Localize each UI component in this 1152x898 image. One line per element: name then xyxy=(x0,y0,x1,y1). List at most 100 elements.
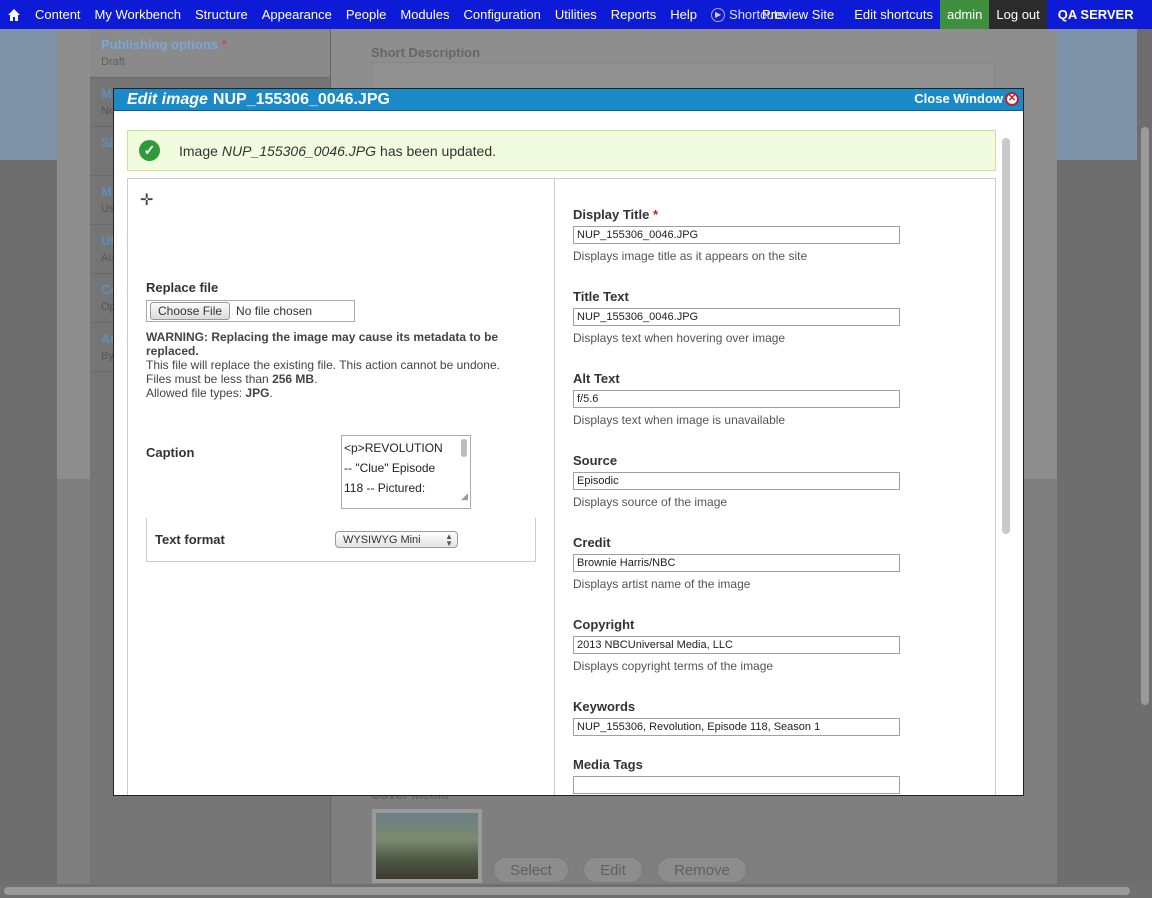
close-icon[interactable]: ✕ xyxy=(1005,91,1019,106)
text-format-select[interactable]: WYSIWYG Mini ▲ ▼ xyxy=(335,531,458,548)
select-arrows-icon: ▲ ▼ xyxy=(445,532,453,548)
credit-input[interactable]: Brownie Harris/NBC xyxy=(573,554,900,572)
display-title-label-text: Display Title xyxy=(573,207,650,222)
shortcuts-label: Shortcuts xyxy=(729,7,784,22)
file-input[interactable]: Choose File No file chosen xyxy=(146,300,355,322)
shortcuts-icon: ▶ xyxy=(711,7,726,22)
caption-line: <p>REVOLUTION xyxy=(344,441,443,455)
caption-label: Caption xyxy=(146,445,195,460)
toolbar-item-help[interactable]: Help xyxy=(663,0,704,29)
toolbar-item-people[interactable]: People xyxy=(339,0,393,29)
alt-text-label: Alt Text xyxy=(573,371,903,386)
copyright-label: Copyright xyxy=(573,617,903,632)
metadata-column: Display Title * NUP_155306_0046.JPG Displa… xyxy=(556,179,997,795)
allowed-types: Allowed file types: JPG. xyxy=(146,386,273,400)
dialog-title-prefix: Edit image xyxy=(127,90,208,108)
dialog-body: ✓ Image NUP_155306_0046.JPG has been upd… xyxy=(114,112,1012,795)
resize-handle-icon[interactable]: ◢ xyxy=(461,486,468,506)
page-vertical-scroll-thumb[interactable] xyxy=(1141,127,1149,705)
text-format-wrapper: Text format WYSIWYG Mini ▲ ▼ xyxy=(146,518,536,562)
file-status: No file chosen xyxy=(236,304,313,318)
media-tags-label-text: Media Tags xyxy=(573,757,643,772)
message-suffix: has been updated. xyxy=(380,142,497,159)
toolbar-item-content[interactable]: Content xyxy=(28,0,88,29)
caption-scroll-thumb[interactable] xyxy=(461,439,467,457)
keywords-input[interactable]: NUP_155306, Revolution, Episode 118, Sea… xyxy=(573,718,900,736)
size-limit-text: Files must be less than xyxy=(146,372,269,386)
toolbar-item-configuration[interactable]: Configuration xyxy=(457,0,548,29)
toolbar-item-structure[interactable]: Structure xyxy=(188,0,255,29)
shortcuts-toggle[interactable]: ▶ Shortcuts Preview Site xyxy=(704,0,841,29)
file-column: ✛ Replace file Choose File No file chose… xyxy=(128,179,555,795)
size-limit-value: 256 MB xyxy=(272,372,315,386)
user-admin-link[interactable]: admin xyxy=(939,0,990,29)
logout-link[interactable]: Log out xyxy=(989,0,1047,29)
toolbar-item-appearance[interactable]: Appearance xyxy=(255,0,339,29)
dialog-titlebar[interactable]: Edit image NUP_155306_0046.JPG Close Win… xyxy=(114,89,1023,111)
title-text-input[interactable]: NUP_155306_0046.JPG xyxy=(573,308,900,326)
toolbar-item-reports[interactable]: Reports xyxy=(604,0,664,29)
display-title-field: Display Title * NUP_155306_0046.JPG Displa… xyxy=(573,207,903,263)
copyright-label-text: Copyright xyxy=(573,617,635,632)
allowed-types-value: JPG xyxy=(245,386,270,400)
dialog-title-filename: NUP_155306_0046.JPG xyxy=(212,90,390,108)
page-vertical-scrollbar[interactable] xyxy=(1137,29,1152,884)
edit-shortcuts-link[interactable]: Edit shortcuts xyxy=(847,0,940,29)
edit-button[interactable]: Edit xyxy=(583,857,643,883)
replace-file-label: Replace file xyxy=(146,280,219,295)
select-button[interactable]: Select xyxy=(493,857,569,883)
caption-textarea[interactable]: <p>REVOLUTION -- "Clue" Episode 118 -- P… xyxy=(341,435,471,509)
message-filename: NUP_155306_0046.JPG xyxy=(221,142,377,159)
admin-toolbar: Content My Workbench Structure Appearance Pe… xyxy=(0,0,1152,29)
keywords-label-text: Keywords xyxy=(573,699,636,714)
choose-file-button[interactable]: Choose File xyxy=(150,302,231,320)
dialog-scroll-thumb[interactable] xyxy=(1002,138,1010,534)
close-window-label: Close Window xyxy=(914,91,1003,106)
server-label: QA SERVER xyxy=(1057,7,1134,22)
file-size-limit: Files must be less than 256 MB. xyxy=(146,372,318,386)
status-message: ✓ Image NUP_155306_0046.JPG has been upd… xyxy=(127,130,996,171)
vertical-tab-summary: Draft xyxy=(101,56,125,68)
caption-line: 118 -- Pictured: xyxy=(344,481,426,495)
vertical-tab[interactable]: Publishing options * Draft xyxy=(90,29,330,78)
display-title-description: Displays image title as it appears on th… xyxy=(573,249,808,263)
replace-info: This file will replace the existing file… xyxy=(146,358,500,372)
media-tags-label: Media Tags xyxy=(573,757,903,772)
source-label-text: Source xyxy=(573,453,618,468)
toolbar-menu: Content My Workbench Structure Appearance Pe… xyxy=(28,0,704,29)
close-window-button[interactable]: Close Window ✕ xyxy=(914,91,1019,106)
display-title-label: Display Title * xyxy=(573,207,903,222)
display-title-input[interactable]: NUP_155306_0046.JPG xyxy=(573,226,900,244)
copyright-field: Copyright 2013 NBCUniversal Media, LLC Dis… xyxy=(573,617,903,673)
alt-text-input[interactable]: f/5.6 xyxy=(573,390,900,408)
toolbar-item-utilities[interactable]: Utilities xyxy=(548,0,604,29)
edit-image-dialog: Edit image NUP_155306_0046.JPG Close Win… xyxy=(113,88,1024,796)
credit-label: Credit xyxy=(573,535,903,550)
page-horizontal-scroll-thumb[interactable] xyxy=(4,887,1130,895)
copyright-description: Displays copyright terms of the image xyxy=(573,659,774,673)
remove-button[interactable]: Remove xyxy=(657,857,747,883)
allowed-types-text: Allowed file types: xyxy=(146,386,243,400)
image-edit-form: ✛ Replace file Choose File No file chose… xyxy=(127,178,996,795)
media-tags-field: Media Tags xyxy=(573,757,903,795)
toolbar-item-modules[interactable]: Modules xyxy=(393,0,456,29)
page-horizontal-scrollbar[interactable] xyxy=(0,884,1152,898)
short-description-label: Short Description xyxy=(371,45,481,60)
alt-text-field: Alt Text f/5.6 Displays text when image is… xyxy=(573,371,903,427)
credit-label-text: Credit xyxy=(573,535,611,550)
source-description: Displays source of the image xyxy=(573,495,728,509)
toolbar-item-my-workbench[interactable]: My Workbench xyxy=(88,0,188,29)
source-input[interactable]: Episodic xyxy=(573,472,900,490)
source-field: Source Episodic Displays source of the ima… xyxy=(573,453,903,509)
keywords-field: Keywords NUP_155306, Revolution, Episode … xyxy=(573,699,903,741)
title-text-description: Displays text when hovering over image xyxy=(573,331,786,345)
vertical-tab-title: Publishing options * xyxy=(101,37,227,52)
copyright-input[interactable]: 2013 NBCUniversal Media, LLC xyxy=(573,636,900,654)
home-icon[interactable] xyxy=(0,0,28,29)
text-format-label: Text format xyxy=(155,532,225,547)
message-prefix: Image xyxy=(179,142,218,159)
required-marker: * xyxy=(649,207,659,222)
replace-warning: WARNING: Replacing the image may cause i… xyxy=(146,330,499,358)
text-format-value: WYSIWYG Mini xyxy=(343,533,421,546)
media-tags-input[interactable] xyxy=(573,776,900,794)
